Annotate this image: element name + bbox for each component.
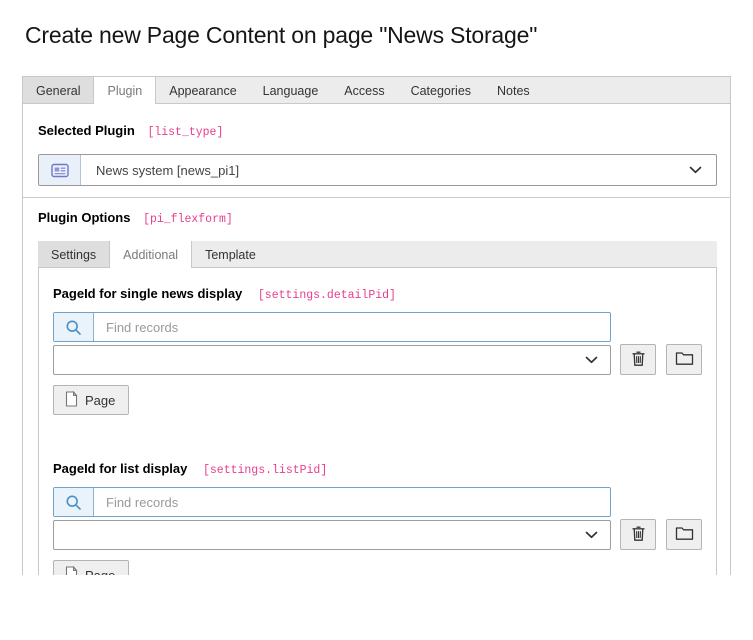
add-page-record-button[interactable]: Page	[53, 385, 129, 415]
browse-records-button[interactable]	[666, 344, 702, 375]
selected-plugin-label-row: Selected Plugin [list_type]	[38, 123, 715, 141]
page-button-label: Page	[85, 393, 115, 408]
tab-general[interactable]: General	[23, 77, 93, 104]
flexform-tabbar: Settings Additional Template	[38, 241, 717, 268]
selected-plugin-fieldname: [list_type]	[147, 126, 223, 139]
add-page-record-button[interactable]: Page	[53, 560, 129, 575]
browse-records-button[interactable]	[666, 519, 702, 550]
selected-plugin-label: Selected Plugin	[38, 123, 135, 138]
tab-settings[interactable]: Settings	[38, 241, 109, 268]
listpid-selected-items[interactable]	[53, 520, 611, 550]
listpid-search-input[interactable]	[94, 488, 610, 516]
page-icon	[65, 391, 78, 410]
tab-categories[interactable]: Categories	[398, 77, 484, 104]
page-icon	[65, 566, 78, 576]
trash-icon	[631, 350, 646, 370]
plugin-options-label: Plugin Options	[38, 210, 130, 225]
listpid-fieldname: [settings.listPid]	[203, 464, 327, 477]
detailpid-record-search	[53, 312, 611, 342]
plugin-options-fieldname: [pi_flexform]	[143, 213, 233, 226]
page-button-label: Page	[85, 568, 115, 576]
plugin-tab-content: Selected Plugin [list_type] News system …	[23, 123, 730, 575]
folder-icon	[675, 351, 694, 369]
tab-access[interactable]: Access	[331, 77, 397, 104]
chevron-down-icon	[585, 526, 598, 544]
listpid-record-search	[53, 487, 611, 517]
detailpid-fieldname: [settings.detailPid]	[258, 289, 396, 302]
flexform-tabs-panel: Settings Additional Template PageId for …	[38, 241, 717, 575]
viewport: Create new Page Content on page "News St…	[0, 0, 753, 575]
record-edit-panel: General Plugin Appearance Language Acces…	[22, 76, 731, 575]
field-section-detailpid: PageId for single news display [settings…	[53, 286, 702, 415]
main-tabbar: General Plugin Appearance Language Acces…	[23, 77, 730, 104]
detailpid-selected-items[interactable]	[53, 345, 611, 375]
trash-icon	[631, 525, 646, 545]
page-title: Create new Page Content on page "News St…	[25, 22, 537, 49]
detailpid-search-input[interactable]	[94, 313, 610, 341]
listpid-label: PageId for list display	[53, 461, 187, 476]
tab-language[interactable]: Language	[250, 77, 332, 104]
chevron-down-icon	[689, 155, 716, 185]
selected-plugin-select[interactable]: News system [news_pi1]	[38, 154, 717, 186]
detailpid-value-row	[53, 344, 702, 375]
delete-record-button[interactable]	[620, 519, 656, 550]
tab-appearance[interactable]: Appearance	[156, 77, 249, 104]
selected-plugin-value: News system [news_pi1]	[81, 155, 689, 185]
detailpid-label: PageId for single news display	[53, 286, 242, 301]
field-section-listpid: PageId for list display [settings.listPi…	[53, 461, 702, 575]
search-icon	[54, 488, 94, 516]
tab-template[interactable]: Template	[192, 241, 269, 268]
chevron-down-icon	[585, 351, 598, 369]
delete-record-button[interactable]	[620, 344, 656, 375]
tab-plugin[interactable]: Plugin	[93, 77, 156, 104]
form-group-divider	[23, 197, 730, 198]
newspaper-plugin-icon	[39, 155, 81, 185]
listpid-value-row	[53, 519, 702, 550]
tab-notes[interactable]: Notes	[484, 77, 543, 104]
detailpid-label-row: PageId for single news display [settings…	[53, 286, 702, 304]
flexform-additional-content: PageId for single news display [settings…	[38, 268, 717, 575]
tab-additional[interactable]: Additional	[109, 241, 192, 268]
listpid-label-row: PageId for list display [settings.listPi…	[53, 461, 702, 479]
plugin-options-label-row: Plugin Options [pi_flexform]	[38, 210, 715, 228]
folder-icon	[675, 526, 694, 544]
search-icon	[54, 313, 94, 341]
